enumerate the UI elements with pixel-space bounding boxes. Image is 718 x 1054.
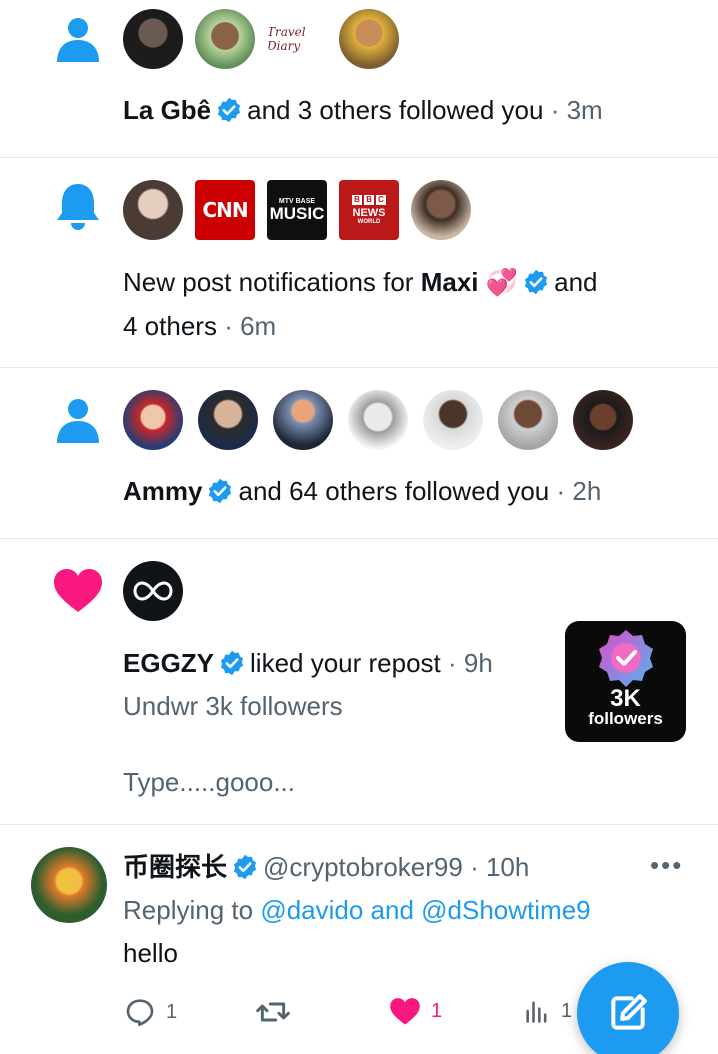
- reply-icon: [126, 999, 154, 1026]
- avatar[interactable]: [423, 390, 483, 450]
- bbc-news-label: NEWS: [352, 206, 386, 219]
- tweet-author-avatar[interactable]: [31, 847, 107, 923]
- tweet-text: hello: [123, 938, 178, 968]
- notification-follow-2[interactable]: Ammy and 64 others followed you · 2h: [0, 368, 718, 539]
- replying-to: Replying to @davido and @dShowtime9: [123, 888, 591, 932]
- tweet-author-name[interactable]: 币圈探长: [123, 852, 227, 882]
- verified-badge-icon: [233, 854, 257, 880]
- notification-message: and 64 others followed you: [238, 476, 550, 506]
- notification-new-posts[interactable]: CNN MTV BASE MUSIC B B C NEWS WORLD New …: [0, 158, 718, 368]
- actor-name[interactable]: La Gbê: [123, 95, 211, 125]
- tweet-header: 币圈探长 @cryptobroker99 · 10h: [123, 845, 529, 889]
- avatar[interactable]: [123, 390, 183, 450]
- like-button[interactable]: 1: [389, 996, 442, 1026]
- repost-preview-line2: Type.....gooo...: [123, 767, 295, 797]
- heart-icon: [390, 998, 420, 1025]
- avatar-row: [123, 561, 183, 621]
- repost-icon: [256, 1002, 290, 1022]
- infinity-icon: [133, 581, 173, 601]
- actor-name[interactable]: Maxi: [421, 267, 479, 297]
- bell-icon: [57, 184, 99, 230]
- compose-icon: [611, 994, 647, 1030]
- avatar[interactable]: [123, 9, 183, 69]
- separator: ·: [224, 311, 233, 341]
- cnn-avatar[interactable]: CNN: [195, 180, 255, 240]
- notification-message: New post notifications for: [123, 267, 414, 297]
- notification-text: EGGZY liked your repost · 9h: [123, 641, 493, 685]
- avatar[interactable]: [348, 390, 408, 450]
- compose-post-button[interactable]: [577, 962, 679, 1054]
- repost-button[interactable]: [255, 996, 291, 1028]
- tweet-author-handle[interactable]: @cryptobroker99: [263, 852, 463, 882]
- notification-text: New post notifications for Maxi 💞 and: [123, 260, 598, 304]
- bbc-box: B: [364, 194, 374, 205]
- avatar-row: CNN MTV BASE MUSIC B B C NEWS WORLD: [123, 180, 471, 240]
- reply-button[interactable]: 1: [124, 996, 177, 1028]
- verified-badge-icon: [209, 478, 232, 504]
- timestamp: 3m: [566, 95, 603, 125]
- avatar[interactable]: [123, 561, 183, 621]
- bbc-box: C: [376, 194, 386, 205]
- hearts-emoji: 💞: [485, 267, 519, 297]
- timestamp: 9h: [463, 648, 493, 678]
- person-icon: [57, 399, 99, 443]
- notification-follow-1[interactable]: Travel Diary La Gbê and 3 others followed…: [0, 0, 718, 158]
- avatar[interactable]: [411, 180, 471, 240]
- music-avatar[interactable]: MTV BASE MUSIC: [267, 180, 327, 240]
- thumbnail-count: 3K: [610, 685, 641, 712]
- like-count: 1: [431, 999, 443, 1022]
- person-icon: [57, 18, 99, 62]
- timestamp: 2h: [572, 476, 602, 506]
- avatar-row: Travel Diary: [123, 9, 399, 69]
- repost-media-thumbnail[interactable]: 3K followers: [565, 621, 686, 742]
- bbc-avatar[interactable]: B B C NEWS WORLD: [339, 180, 399, 240]
- timestamp: 6m: [240, 311, 277, 341]
- heart-icon: [54, 569, 102, 612]
- bbc-world-label: WORLD: [357, 218, 381, 225]
- verified-badge-icon: [220, 650, 244, 676]
- replying-to-link[interactable]: @davido and @dShowtime9: [260, 895, 590, 925]
- tweet-timestamp[interactable]: 10h: [486, 852, 529, 882]
- reply-count: 1: [166, 1000, 178, 1023]
- verified-badge-icon: [599, 630, 653, 687]
- avatar[interactable]: [273, 390, 333, 450]
- avatar[interactable]: [498, 390, 558, 450]
- music-logo: MUSIC: [269, 204, 325, 223]
- travel-logo: Travel Diary: [267, 25, 306, 53]
- notification-message: liked your repost: [250, 648, 441, 678]
- thumbnail-label: followers: [588, 709, 663, 728]
- views-count: 1: [561, 999, 573, 1022]
- separator: ·: [550, 95, 560, 125]
- actor-name[interactable]: Ammy: [123, 476, 202, 506]
- notification-message: and 3 others followed you: [247, 95, 544, 125]
- views-button[interactable]: 1: [523, 996, 572, 1026]
- avatar[interactable]: [339, 9, 399, 69]
- actor-name[interactable]: EGGZY: [123, 648, 214, 678]
- views-chart-icon: [526, 1001, 547, 1023]
- avatar[interactable]: [573, 390, 633, 450]
- separator: ·: [556, 476, 566, 506]
- verified-badge-icon: [218, 97, 241, 123]
- notification-text: Ammy and 64 others followed you · 2h: [123, 469, 601, 513]
- avatar[interactable]: [195, 9, 255, 69]
- bbc-logo-boxes: B B C: [352, 194, 386, 205]
- avatar-row: [123, 390, 633, 450]
- replying-prefix: Replying to: [123, 895, 254, 925]
- bbc-box: B: [352, 194, 362, 205]
- verified-badge-icon: [525, 269, 548, 295]
- separator: ·: [470, 852, 479, 882]
- avatar[interactable]: [123, 180, 183, 240]
- conjunction: and: [554, 267, 598, 297]
- notification-text-line2: 4 others · 6m: [123, 304, 276, 348]
- repost-preview-line1: Undwr 3k followers: [123, 691, 343, 721]
- separator: ·: [448, 648, 457, 678]
- avatar[interactable]: [198, 390, 258, 450]
- notification-text: La Gbê and 3 others followed you · 3m: [123, 88, 603, 132]
- others-count: 4 others: [123, 311, 217, 341]
- avatar[interactable]: Travel Diary: [267, 9, 327, 69]
- cnn-logo: CNN: [202, 198, 248, 222]
- more-options-icon[interactable]: •••: [650, 852, 683, 878]
